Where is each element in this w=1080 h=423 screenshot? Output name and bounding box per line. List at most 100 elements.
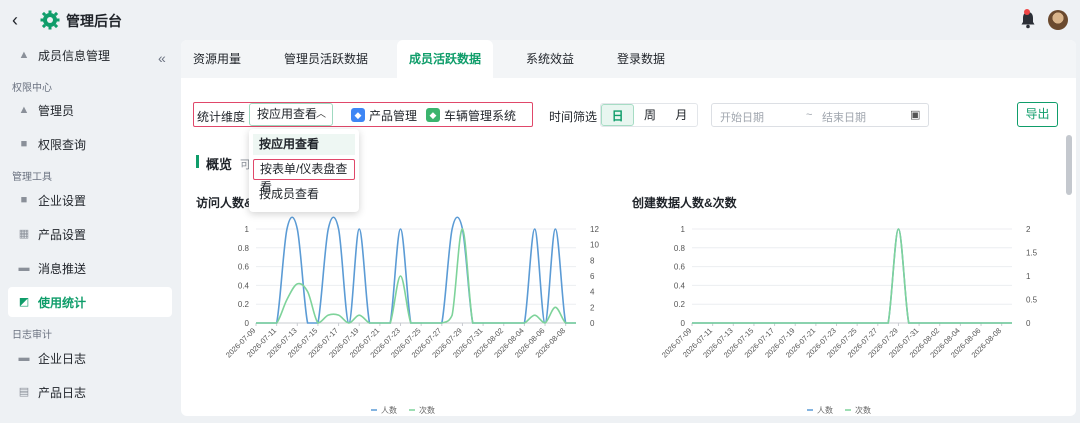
top-bar: ‹ 管理后台	[0, 0, 1080, 40]
lock-icon: ■	[20, 138, 28, 150]
dropdown-option-by-app[interactable]: 按应用查看	[253, 134, 355, 155]
scrollbar[interactable]	[1066, 135, 1072, 195]
date-range-picker[interactable]: 开始日期 ~ 结束日期 ▣	[711, 103, 929, 127]
dimension-select-value: 按应用查看	[257, 107, 318, 121]
collapse-sidebar-icon[interactable]: «	[158, 50, 166, 66]
series-line-人数	[256, 216, 576, 324]
app-icon: ◆	[351, 108, 365, 122]
tab-resource-usage[interactable]: 资源用量	[181, 40, 253, 78]
sidebar-item-label: 企业设置	[38, 193, 87, 208]
sidebar-group-label: 日志审计	[12, 330, 52, 341]
user-card-icon: ▲	[18, 49, 30, 61]
dropdown-option-by-member[interactable]: 按成员查看	[253, 184, 355, 205]
legend-label: 人数	[381, 405, 397, 415]
start-date-input[interactable]: 开始日期	[720, 109, 764, 125]
sidebar-item-label: 产品设置	[38, 227, 87, 242]
series-line-次数	[256, 228, 576, 324]
sidebar-item-enterprise-log[interactable]: ▬ 企业日志	[8, 343, 172, 373]
chart-create: 00.20.40.60.8100.511.522026-07-092026-07…	[660, 225, 1038, 415]
period-week[interactable]: 周	[634, 104, 665, 126]
tab-member-activity[interactable]: 成员活跃数据	[397, 40, 493, 78]
legend-label: 人数	[817, 405, 833, 415]
app-chip-product[interactable]: ◆ 产品管理	[351, 106, 417, 124]
sidebar-item-product-settings[interactable]: ▦ 产品设置	[8, 219, 172, 249]
y-left-tick-label: 0.4	[238, 281, 250, 290]
app-chip-label: 车辆管理系统	[444, 108, 517, 123]
sidebar-item-label: 成员信息管理	[38, 48, 111, 63]
notification-dot	[1024, 9, 1030, 15]
y-left-tick-label: 0.2	[238, 300, 250, 309]
sidebar-group-label: 管理工具	[12, 172, 52, 183]
time-filter-label: 时间筛选	[549, 110, 598, 124]
period-month[interactable]: 月	[666, 104, 697, 126]
y-left-tick-label: 0	[681, 319, 686, 328]
y-left-tick-label: 0	[245, 319, 250, 328]
sidebar-item-label: 消息推送	[38, 261, 87, 276]
sidebar-item-product-log[interactable]: ▤ 产品日志	[8, 377, 172, 407]
period-segment: 日 周 月	[600, 103, 698, 127]
end-date-input[interactable]: 结束日期	[822, 109, 866, 125]
tab-bar: 资源用量 管理员活跃数据 成员活跃数据 系统效益 登录数据	[181, 40, 1076, 78]
y-right-tick-label: 1.5	[1026, 249, 1038, 258]
y-right-tick-label: 8	[590, 256, 595, 265]
y-left-tick-label: 0.6	[674, 263, 686, 272]
avatar[interactable]	[1048, 10, 1068, 30]
chevron-left-icon[interactable]: ‹	[12, 10, 30, 30]
app-title: 管理后台	[66, 13, 122, 29]
y-right-tick-label: 6	[590, 272, 595, 281]
y-right-tick-label: 0	[1026, 319, 1031, 328]
sidebar-item-label: 企业日志	[38, 351, 87, 366]
tab-system-benefit[interactable]: 系统效益	[511, 40, 589, 78]
y-right-tick-label: 1	[1026, 272, 1031, 281]
legend-label: 次数	[419, 405, 435, 415]
overview-title: 概览	[206, 157, 233, 172]
sidebar-group-label: 权限中心	[12, 83, 52, 94]
y-left-tick-label: 0.4	[674, 281, 686, 290]
sidebar-item-enterprise-settings[interactable]: ■ 企业设置	[8, 185, 172, 215]
y-left-tick-label: 1	[245, 225, 250, 234]
y-right-tick-label: 0.5	[1026, 296, 1038, 305]
y-left-tick-label: 0.8	[674, 244, 686, 253]
sidebar-item-label: 使用统计	[38, 295, 87, 310]
chevron-up-icon: ︿	[316, 109, 326, 120]
sidebar-item-label: 管理员	[38, 103, 75, 118]
admin-icon: ▲	[18, 104, 30, 116]
sidebar-item-permission[interactable]: ■ 权限查询	[8, 129, 172, 159]
calendar-icon: ▤	[18, 386, 30, 398]
export-button[interactable]: 导出	[1017, 102, 1058, 127]
sidebar-item-label: 权限查询	[38, 137, 87, 152]
sidebar: ▲ 成员信息管理 « 权限中心 ▲ 管理员 ■ 权限查询 管理工具 ■ 企业设置…	[0, 40, 180, 423]
y-left-tick-label: 0.6	[238, 263, 250, 272]
y-right-tick-label: 12	[590, 225, 599, 234]
legend-label: 次数	[855, 405, 871, 415]
section-marker	[196, 155, 199, 168]
log-icon: ▬	[18, 352, 30, 364]
series-line-人数	[692, 228, 1012, 324]
mail-icon: ▬	[18, 262, 30, 274]
dimension-dropdown: 按应用查看 按表单/仪表盘查看 按成员查看	[249, 129, 359, 212]
period-day[interactable]: 日	[601, 104, 635, 126]
date-separator: ~	[806, 109, 813, 121]
y-left-tick-label: 0.2	[674, 300, 686, 309]
sidebar-item-message-push[interactable]: ▬ 消息推送	[8, 253, 172, 283]
dimension-select[interactable]: 按应用查看 ︿	[249, 103, 333, 126]
app-chip-vehicle[interactable]: ◆ 车辆管理系统	[426, 106, 516, 124]
app-chip-label: 产品管理	[369, 108, 418, 123]
sidebar-item-usage-stats[interactable]: ◩ 使用统计	[8, 287, 172, 317]
sidebar-item-member-info[interactable]: ▲ 成员信息管理	[8, 40, 172, 70]
y-left-tick-label: 0.8	[238, 244, 250, 253]
y-left-tick-label: 1	[681, 225, 686, 234]
sidebar-item-label: 产品日志	[38, 385, 87, 400]
chart-visits: 00.20.40.60.810246810122026-07-092026-07…	[224, 216, 599, 415]
y-right-tick-label: 10	[590, 241, 599, 250]
chart-title-create: 创建数据人数&次数	[632, 196, 737, 210]
series-line-次数	[692, 228, 1012, 324]
y-right-tick-label: 4	[590, 288, 595, 297]
tab-admin-activity[interactable]: 管理员活跃数据	[271, 40, 381, 78]
dimension-label: 统计维度	[197, 110, 246, 124]
building-icon: ■	[20, 194, 28, 206]
dropdown-option-by-form[interactable]: 按表单/仪表盘查看	[253, 159, 355, 194]
calendar-icon: ▣	[910, 109, 921, 121]
tab-login-data[interactable]: 登录数据	[606, 40, 676, 78]
sidebar-item-admin[interactable]: ▲ 管理员	[8, 95, 172, 125]
